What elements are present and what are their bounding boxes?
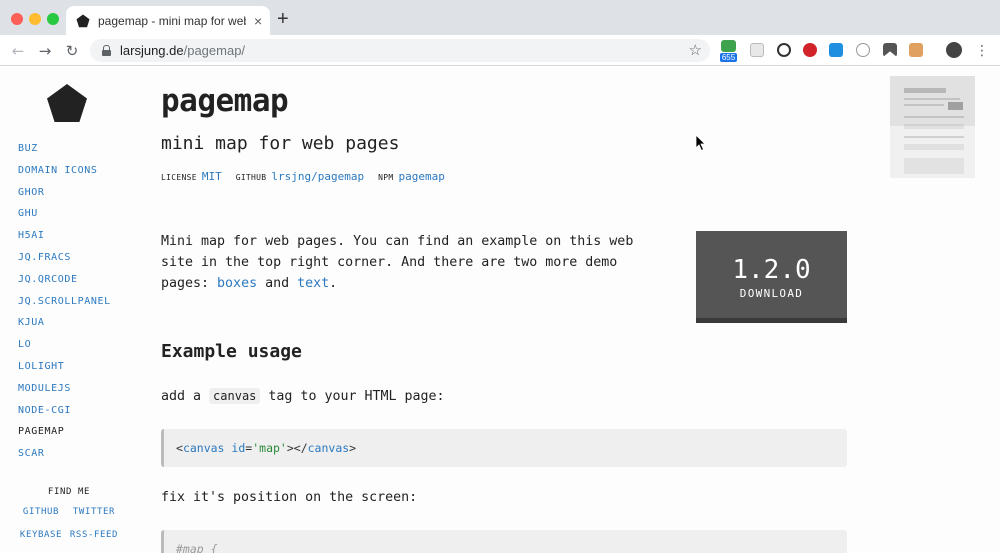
sidebar-item-domain-icons[interactable]: DOMAIN ICONS: [18, 165, 111, 187]
reload-icon[interactable]: ↻: [62, 41, 82, 61]
browser-tabstrip: pagemap - mini map for web pages × +: [0, 0, 1000, 35]
forward-arrow-icon[interactable]: →: [35, 41, 55, 61]
sidebar-item-buz[interactable]: BUZ: [18, 143, 111, 165]
page-content: BUZ DOMAIN ICONS GHOR GHU H5AI JQ.FRACS …: [0, 67, 1000, 553]
browser-menu-icon[interactable]: ⋮: [972, 41, 992, 61]
close-window-button[interactable]: [11, 13, 23, 25]
sidebar-item-jq-fracs[interactable]: JQ.FRACS: [18, 252, 111, 274]
download-button[interactable]: 1.2.0 DOWNLOAD: [696, 231, 847, 323]
sidebar-nav: BUZ DOMAIN ICONS GHOR GHU H5AI JQ.FRACS …: [18, 143, 111, 470]
profile-avatar[interactable]: [946, 42, 962, 58]
license-label: LICENSE: [161, 173, 197, 182]
pentagon-logo-icon[interactable]: [47, 84, 87, 122]
rss-feed-link[interactable]: RSS-FEED: [70, 530, 118, 553]
github-label: GITHUB: [235, 173, 267, 182]
intro-paragraph: Mini map for web pages. You can find an …: [161, 234, 634, 291]
mouse-cursor-icon: [696, 135, 706, 151]
pentagon-favicon-icon: [76, 14, 90, 27]
tab-close-icon[interactable]: ×: [254, 13, 262, 29]
boxes-demo-link[interactable]: boxes: [217, 276, 257, 291]
adblock-plus-icon[interactable]: [803, 43, 817, 57]
bookmark-extension-icon[interactable]: [883, 43, 897, 57]
license-link[interactable]: MIT: [202, 170, 222, 183]
npm-link[interactable]: pagemap: [398, 170, 444, 183]
new-tab-button[interactable]: +: [277, 9, 289, 29]
npm-label: NPM: [378, 173, 394, 182]
inline-code-canvas: canvas: [209, 388, 261, 404]
page-subtitle: mini map for web pages: [161, 133, 400, 154]
twitter-link[interactable]: TWITTER: [73, 507, 115, 530]
sidebar-item-modulejs[interactable]: MODULEJS: [18, 383, 111, 405]
minimap-viewport[interactable]: [890, 76, 975, 126]
find-me-section: FIND ME GITHUB TWITTER KEYBASE RSS-FEED: [16, 487, 122, 553]
timer-extension-icon[interactable]: [856, 43, 870, 57]
step-add-canvas: add a canvas tag to your HTML page:: [161, 388, 445, 404]
window-extension-icon[interactable]: [829, 43, 843, 57]
browser-tab[interactable]: pagemap - mini map for web pages ×: [66, 6, 270, 35]
tab-title: pagemap - mini map for web pages: [98, 13, 246, 28]
sidebar-item-node-cgi[interactable]: NODE-CGI: [18, 405, 111, 427]
character-extension-icon[interactable]: [909, 43, 923, 57]
sidebar-item-scar[interactable]: SCAR: [18, 448, 111, 470]
download-version: 1.2.0: [732, 255, 811, 285]
browser-toolbar: ← → ↻ larsjung.de/pagemap/ ☆ ⋮: [0, 35, 1000, 66]
address-bar[interactable]: larsjung.de/pagemap/ ☆: [90, 39, 710, 62]
minimize-window-button[interactable]: [29, 13, 41, 25]
extension-badge-count: 655: [720, 53, 737, 62]
back-arrow-icon[interactable]: ←: [8, 41, 28, 61]
code-block-html: <canvas id='map'></canvas>: [161, 429, 847, 467]
download-label: DOWNLOAD: [739, 287, 804, 300]
sidebar-item-pagemap[interactable]: PAGEMAP: [18, 426, 111, 448]
sidebar-item-jq-scrollpanel[interactable]: JQ.SCROLLPANEL: [18, 296, 111, 318]
bookmark-star-icon[interactable]: ☆: [689, 41, 702, 59]
keybase-link[interactable]: KEYBASE: [20, 530, 62, 553]
code-block-css: #map {: [161, 530, 847, 553]
sidebar-item-ghu[interactable]: GHU: [18, 208, 111, 230]
sidebar-item-ghor[interactable]: GHOR: [18, 187, 111, 209]
sidebar-item-h5ai[interactable]: H5AI: [18, 230, 111, 252]
github-repo-link[interactable]: lrsjng/pagemap: [271, 170, 364, 183]
sidebar-item-kjua[interactable]: KJUA: [18, 317, 111, 339]
github-link[interactable]: GITHUB: [23, 507, 59, 530]
example-usage-heading: Example usage: [161, 341, 302, 362]
find-me-title: FIND ME: [47, 487, 91, 497]
lock-icon[interactable]: [102, 45, 111, 56]
info-extension-icon[interactable]: [777, 43, 791, 57]
maximize-window-button[interactable]: [47, 13, 59, 25]
grid-extension-icon[interactable]: [750, 43, 764, 57]
android-extension-icon[interactable]: [721, 40, 736, 52]
url-text[interactable]: larsjung.de/pagemap/: [120, 43, 245, 58]
sidebar-item-lo[interactable]: LO: [18, 339, 111, 361]
sidebar-item-lolight[interactable]: LOLIGHT: [18, 361, 111, 383]
step-fix-position: fix it's position on the screen:: [161, 490, 418, 505]
text-demo-link[interactable]: text: [297, 276, 329, 291]
project-meta: LICENSE MIT GITHUB lrsjng/pagemap NPM pa…: [161, 170, 459, 183]
page-title: pagemap: [161, 83, 289, 119]
sidebar-item-jq-qrcode[interactable]: JQ.QRCODE: [18, 274, 111, 296]
